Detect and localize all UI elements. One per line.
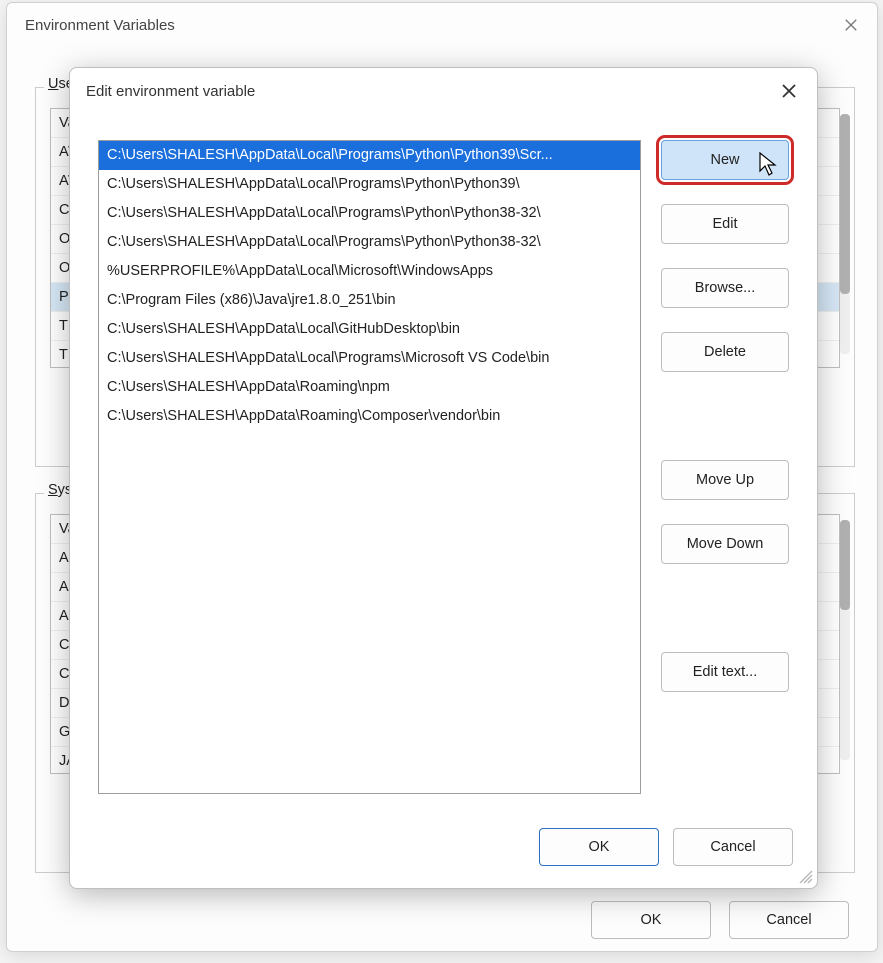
list-item[interactable]: C:\Users\SHALESH\AppData\Local\Programs\… bbox=[99, 228, 640, 257]
env-dialog-buttons: OK Cancel bbox=[591, 901, 849, 939]
env-titlebar: Environment Variables bbox=[7, 3, 877, 47]
list-item[interactable]: C:\Users\SHALESH\AppData\Local\Programs\… bbox=[99, 199, 640, 228]
edit-text-button[interactable]: Edit text... bbox=[661, 652, 789, 692]
ok-button[interactable]: OK bbox=[591, 901, 711, 939]
spacer bbox=[661, 588, 789, 628]
list-item[interactable]: C:\Program Files (x86)\Java\jre1.8.0_251… bbox=[99, 286, 640, 315]
edit-body: C:\Users\SHALESH\AppData\Local\Programs\… bbox=[98, 140, 789, 792]
scrollbar-thumb[interactable] bbox=[840, 114, 850, 294]
browse-button[interactable]: Browse... bbox=[661, 268, 789, 308]
close-icon[interactable] bbox=[837, 11, 865, 39]
spacer bbox=[661, 396, 789, 436]
edit-side-buttons: New Edit Browse... Delete Move Up Move D… bbox=[661, 140, 789, 792]
new-button[interactable]: New bbox=[661, 140, 789, 180]
cancel-button[interactable]: Cancel bbox=[729, 901, 849, 939]
list-item[interactable]: C:\Users\SHALESH\AppData\Local\Programs\… bbox=[99, 170, 640, 199]
edit-environment-variable-dialog: Edit environment variable C:\Users\SHALE… bbox=[69, 67, 818, 889]
list-item[interactable]: C:\Users\SHALESH\AppData\Local\Programs\… bbox=[99, 141, 640, 170]
list-item[interactable]: C:\Users\SHALESH\AppData\Roaming\Compose… bbox=[99, 402, 640, 431]
list-item[interactable]: %USERPROFILE%\AppData\Local\Microsoft\Wi… bbox=[99, 257, 640, 286]
edit-window-title: Edit environment variable bbox=[86, 83, 255, 100]
edit-dialog-buttons: OK Cancel bbox=[539, 828, 793, 866]
list-item[interactable]: C:\Users\SHALESH\AppData\Local\Programs\… bbox=[99, 344, 640, 373]
cancel-button[interactable]: Cancel bbox=[673, 828, 793, 866]
new-button-label: New bbox=[710, 152, 739, 168]
list-item[interactable]: C:\Users\SHALESH\AppData\Local\GitHubDes… bbox=[99, 315, 640, 344]
move-up-button[interactable]: Move Up bbox=[661, 460, 789, 500]
move-down-button[interactable]: Move Down bbox=[661, 524, 789, 564]
scrollbar-thumb[interactable] bbox=[840, 520, 850, 610]
ok-button[interactable]: OK bbox=[539, 828, 659, 866]
resize-grip-icon[interactable] bbox=[799, 870, 813, 884]
close-icon[interactable] bbox=[773, 75, 805, 107]
list-item[interactable]: C:\Users\SHALESH\AppData\Roaming\npm bbox=[99, 373, 640, 402]
env-window-title: Environment Variables bbox=[19, 17, 175, 34]
cursor-icon bbox=[758, 151, 778, 181]
delete-button[interactable]: Delete bbox=[661, 332, 789, 372]
path-list[interactable]: C:\Users\SHALESH\AppData\Local\Programs\… bbox=[98, 140, 641, 794]
edit-button[interactable]: Edit bbox=[661, 204, 789, 244]
edit-titlebar: Edit environment variable bbox=[70, 68, 817, 114]
